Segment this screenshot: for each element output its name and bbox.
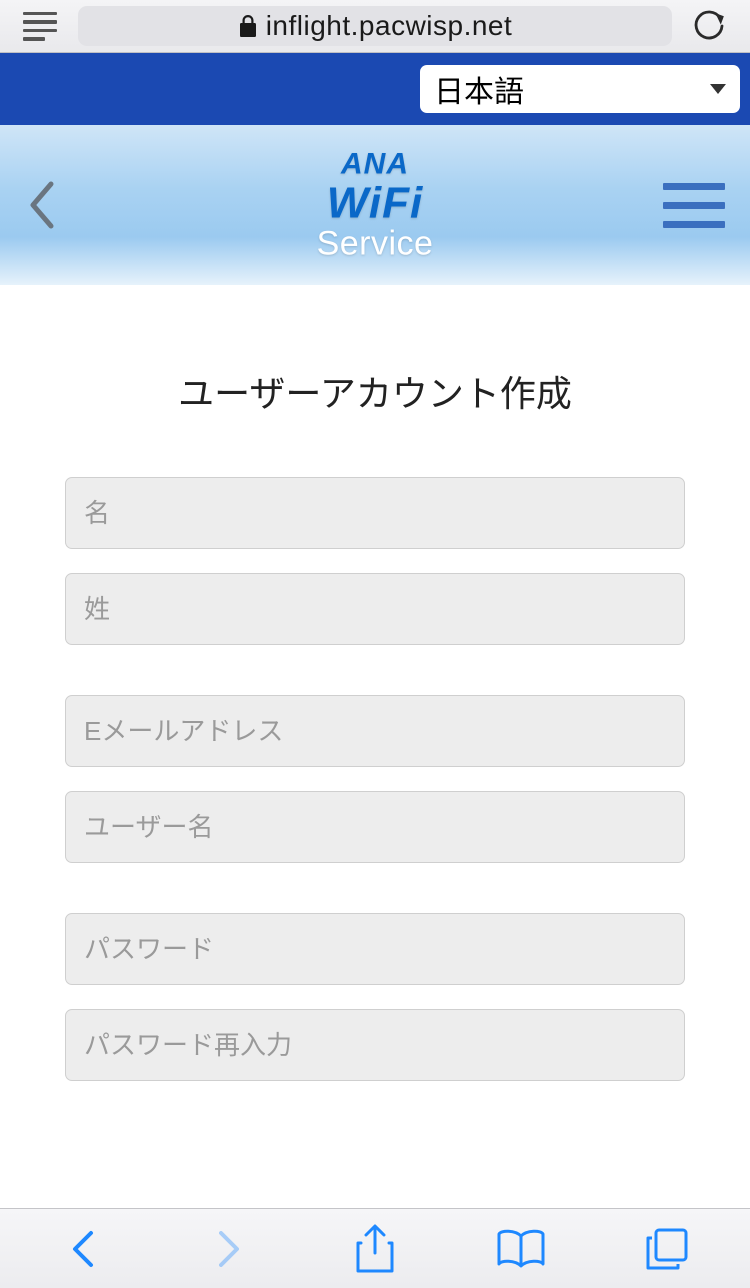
- address-bar[interactable]: inflight.pacwisp.net: [78, 6, 672, 46]
- chevron-down-icon: [710, 84, 726, 94]
- menu-button[interactable]: [663, 183, 725, 228]
- book-icon: [495, 1228, 547, 1270]
- tabs-icon: [644, 1226, 690, 1272]
- signup-form: [65, 477, 685, 1081]
- language-bar: 日本語: [0, 53, 750, 125]
- logo-line1: ANA: [317, 148, 434, 180]
- logo-line3: Service: [317, 226, 434, 262]
- text-input[interactable]: [65, 695, 685, 767]
- field-group: [65, 695, 685, 863]
- app-logo: ANA WiFi Service: [317, 148, 434, 261]
- url-text: inflight.pacwisp.net: [266, 10, 513, 42]
- field-group: [65, 913, 685, 1081]
- hamburger-icon: [663, 183, 725, 190]
- nav-forward-button[interactable]: [194, 1227, 264, 1271]
- reload-button[interactable]: [680, 9, 740, 43]
- lock-icon: [238, 14, 258, 38]
- text-input[interactable]: [65, 1009, 685, 1081]
- safari-top-chrome: inflight.pacwisp.net: [0, 0, 750, 53]
- text-input[interactable]: [65, 791, 685, 863]
- tabs-button[interactable]: [632, 1226, 702, 1272]
- bookmarks-button[interactable]: [486, 1228, 556, 1270]
- field-group: [65, 477, 685, 645]
- chevron-left-icon: [69, 1227, 97, 1271]
- nav-back-button[interactable]: [48, 1227, 118, 1271]
- back-button[interactable]: [25, 178, 59, 232]
- chevron-left-icon: [25, 178, 59, 232]
- text-input[interactable]: [65, 573, 685, 645]
- text-input[interactable]: [65, 477, 685, 549]
- share-button[interactable]: [340, 1223, 410, 1275]
- language-select[interactable]: 日本語: [420, 65, 740, 113]
- logo-line2: WiFi: [317, 180, 434, 226]
- language-selected-label: 日本語: [434, 67, 524, 111]
- text-input[interactable]: [65, 913, 685, 985]
- safari-bottom-toolbar: [0, 1208, 750, 1288]
- reload-icon: [693, 9, 727, 43]
- app-header: ANA WiFi Service: [0, 125, 750, 285]
- page-content: ユーザーアカウント作成: [0, 285, 750, 1081]
- page-title: ユーザーアカウント作成: [65, 365, 685, 417]
- chevron-right-icon: [215, 1227, 243, 1271]
- reader-view-icon: [23, 12, 57, 41]
- reader-view-button[interactable]: [10, 12, 70, 41]
- share-icon: [352, 1223, 398, 1275]
